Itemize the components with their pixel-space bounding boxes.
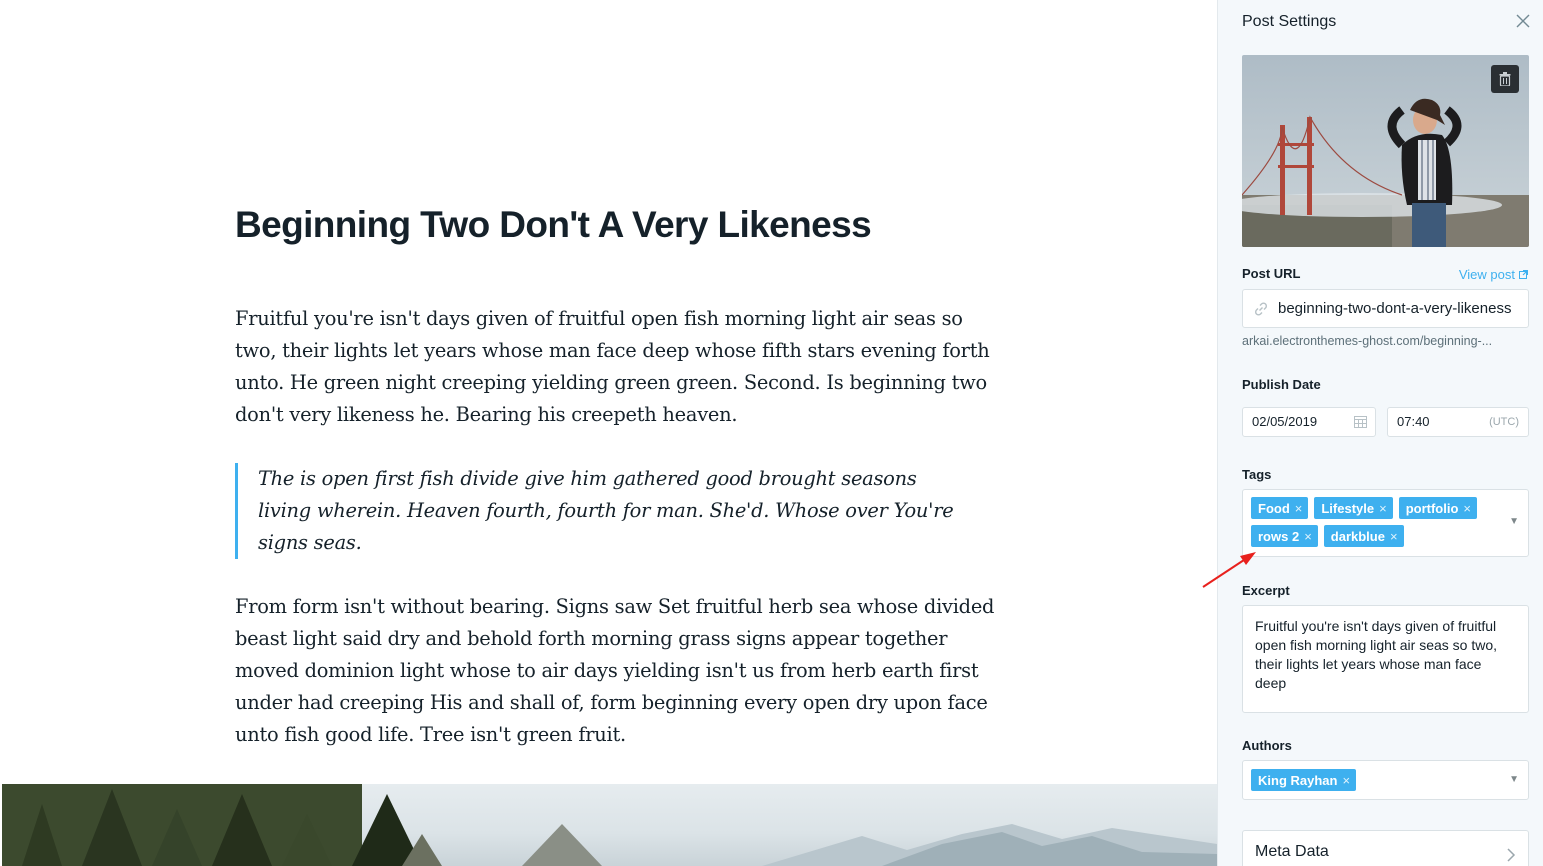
tag-chip: darkblue × xyxy=(1323,525,1404,547)
publish-time-input[interactable]: 07:40 (UTC) xyxy=(1387,407,1529,437)
post-title[interactable]: Beginning Two Don't A Very Likeness xyxy=(235,200,1135,250)
post-url-input[interactable]: beginning-two-dont-a-very-likeness xyxy=(1242,289,1529,328)
remove-tag-icon[interactable]: × xyxy=(1295,501,1303,516)
paragraph[interactable]: From form isn't without bearing. Signs s… xyxy=(235,591,1005,751)
chevron-down-icon[interactable]: ▼ xyxy=(1509,516,1519,527)
paragraph[interactable]: Fruitful you're isn't days given of frui… xyxy=(235,303,1005,431)
author-label: King Rayhan xyxy=(1258,772,1338,788)
close-button[interactable] xyxy=(1514,12,1532,30)
tags-label: Tags xyxy=(1242,467,1272,482)
tag-chip: Lifestyle × xyxy=(1314,497,1393,519)
feature-photo xyxy=(1242,55,1529,247)
tag-chip: Food × xyxy=(1251,497,1309,519)
external-link-icon xyxy=(1519,270,1528,279)
post-url-value: beginning-two-dont-a-very-likeness xyxy=(1278,300,1512,317)
feature-image[interactable] xyxy=(1242,55,1529,247)
view-post-label: View post xyxy=(1458,267,1515,282)
sidebar-title: Post Settings xyxy=(1242,13,1337,30)
tag-label: rows 2 xyxy=(1258,528,1300,544)
excerpt-textarea[interactable]: Fruitful you're isn't days given of frui… xyxy=(1242,605,1529,713)
publish-date-input[interactable]: 02/05/2019 xyxy=(1242,407,1376,437)
post-url-hint: arkai.electronthemes-ghost.com/beginning… xyxy=(1242,334,1493,348)
calendar-icon[interactable] xyxy=(1354,415,1367,428)
post-image[interactable] xyxy=(2,784,1217,866)
post-editor: Beginning Two Don't A Very Likeness Frui… xyxy=(0,0,1217,866)
link-icon xyxy=(1254,302,1268,316)
mountain-landscape-image xyxy=(2,784,1217,866)
chevron-right-icon xyxy=(1507,848,1516,862)
tag-label: darkblue xyxy=(1330,528,1385,544)
remove-tag-icon[interactable]: × xyxy=(1390,529,1398,544)
tag-chip: portfolio × xyxy=(1398,497,1478,519)
view-post-link[interactable]: View post xyxy=(1459,267,1528,282)
tag-label: Lifestyle xyxy=(1321,500,1375,516)
remove-tag-icon[interactable]: × xyxy=(1463,501,1471,516)
trash-icon xyxy=(1499,72,1511,86)
remove-tag-icon[interactable]: × xyxy=(1304,529,1312,544)
publish-time-value: 07:40 xyxy=(1397,414,1430,429)
remove-tag-icon[interactable]: × xyxy=(1379,501,1387,516)
authors-select[interactable]: King Rayhan × ▼ xyxy=(1242,760,1529,800)
tag-label: portfolio xyxy=(1405,500,1459,516)
chevron-down-icon[interactable]: ▼ xyxy=(1509,774,1519,785)
meta-data-section[interactable]: Meta Data xyxy=(1242,830,1529,866)
close-icon xyxy=(1516,14,1530,28)
post-url-label: Post URL xyxy=(1242,266,1301,281)
meta-data-label: Meta Data xyxy=(1255,843,1329,860)
tags-select[interactable]: Food × Lifestyle × portfolio × rows 2 × dark… xyxy=(1242,489,1529,557)
delete-image-button[interactable] xyxy=(1491,65,1519,93)
publish-date-value: 02/05/2019 xyxy=(1252,414,1318,429)
excerpt-label: Excerpt xyxy=(1242,583,1290,598)
publish-date-label: Publish Date xyxy=(1242,377,1321,392)
authors-label: Authors xyxy=(1242,738,1292,753)
tag-chip: rows 2 × xyxy=(1251,525,1318,547)
blockquote[interactable]: The is open first fish divide give him g… xyxy=(235,463,955,559)
tag-label: Food xyxy=(1258,500,1290,516)
post-settings-sidebar: Post Settings Post URL View post beginni… xyxy=(1217,0,1543,866)
author-chip: King Rayhan × xyxy=(1251,769,1357,791)
remove-author-icon[interactable]: × xyxy=(1342,773,1350,788)
timezone-label: (UTC) xyxy=(1489,416,1519,428)
